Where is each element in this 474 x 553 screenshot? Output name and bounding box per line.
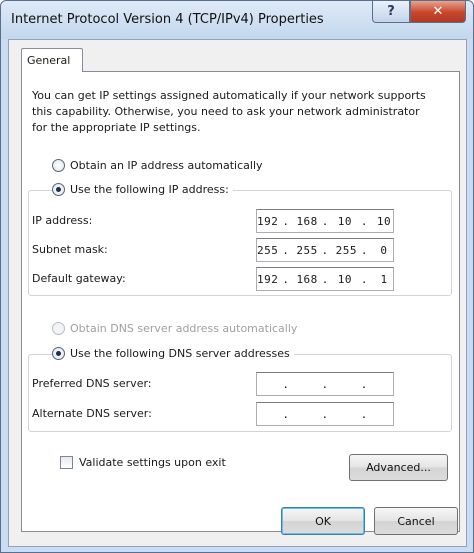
properties-dialog: Internet Protocol Version 4 (TCP/IPv4) P… — [0, 0, 474, 553]
close-icon: ✕ — [432, 4, 444, 19]
obtain-ip-auto-radio[interactable] — [52, 159, 65, 172]
octet: 168 — [296, 214, 318, 228]
validate-settings-option[interactable]: Validate settings upon exit — [60, 456, 226, 469]
ip-address-input[interactable]: 192. 168. 10. 10 — [256, 209, 394, 233]
obtain-ip-auto-label: Obtain an IP address automatically — [70, 159, 263, 172]
tab-general-label: General — [27, 54, 71, 67]
octet: 10 — [376, 214, 392, 228]
obtain-dns-auto-radio[interactable] — [52, 322, 65, 335]
subnet-mask-label: Subnet mask: — [32, 243, 108, 256]
cancel-button[interactable]: Cancel — [374, 507, 458, 535]
close-button[interactable]: ✕ — [410, 1, 466, 23]
obtain-ip-auto-option[interactable]: Obtain an IP address automatically — [52, 159, 263, 172]
help-icon: ? — [387, 4, 395, 19]
octet: 255 — [335, 243, 358, 257]
ip-address-row: IP address: 192. 168. 10. 10 — [32, 209, 437, 233]
use-ip-manual-label: Use the following IP address: — [70, 183, 229, 196]
default-gateway-row: Default gateway: 192. 168. 10. 1 — [32, 267, 437, 291]
dialog-body: General You can get IP settings assigned… — [8, 39, 467, 547]
alternate-dns-row: Alternate DNS server: . . . — [32, 402, 437, 426]
advanced-button[interactable]: Advanced... — [349, 454, 448, 481]
ip-address-label: IP address: — [32, 214, 93, 227]
default-gateway-label: Default gateway: — [32, 272, 126, 285]
obtain-dns-auto-option[interactable]: Obtain DNS server address automatically — [52, 322, 297, 335]
octet: 192 — [257, 272, 279, 286]
octet: 0 — [380, 243, 388, 257]
use-ip-manual-option[interactable]: Use the following IP address: — [52, 183, 233, 196]
preferred-dns-input[interactable]: . . . — [256, 372, 394, 396]
description-text: You can get IP settings assigned automat… — [32, 89, 426, 134]
validate-settings-checkbox[interactable] — [60, 456, 73, 469]
title-bar[interactable]: Internet Protocol Version 4 (TCP/IPv4) P… — [1, 1, 473, 39]
octet: 1 — [380, 272, 388, 286]
general-tab-panel: You can get IP settings assigned automat… — [21, 71, 460, 532]
octet: 168 — [296, 272, 318, 286]
use-dns-manual-radio[interactable] — [52, 347, 65, 360]
alternate-dns-input[interactable]: . . . — [256, 402, 394, 426]
subnet-mask-row: Subnet mask: 255. 255. 255. 0 — [32, 238, 437, 262]
octet: 10 — [337, 272, 352, 286]
use-dns-manual-option[interactable]: Use the following DNS server addresses — [52, 347, 294, 360]
ok-button[interactable]: OK — [281, 507, 365, 535]
use-dns-manual-label: Use the following DNS server addresses — [70, 347, 290, 360]
preferred-dns-label: Preferred DNS server: — [32, 377, 152, 390]
default-gateway-input[interactable]: 192. 168. 10. 1 — [256, 267, 394, 291]
octet: 255 — [257, 243, 279, 257]
validate-settings-label: Validate settings upon exit — [79, 456, 226, 469]
subnet-mask-input[interactable]: 255. 255. 255. 0 — [256, 238, 394, 262]
window-title: Internet Protocol Version 4 (TCP/IPv4) P… — [11, 12, 324, 27]
octet: 192 — [257, 214, 279, 228]
use-ip-manual-radio[interactable] — [52, 183, 65, 196]
octet: 255 — [296, 243, 318, 257]
tab-general[interactable]: General — [21, 48, 83, 72]
obtain-dns-auto-label: Obtain DNS server address automatically — [70, 322, 298, 335]
octet: 10 — [337, 214, 352, 228]
help-button[interactable]: ? — [372, 1, 410, 23]
alternate-dns-label: Alternate DNS server: — [32, 407, 152, 420]
preferred-dns-row: Preferred DNS server: . . . — [32, 372, 437, 396]
